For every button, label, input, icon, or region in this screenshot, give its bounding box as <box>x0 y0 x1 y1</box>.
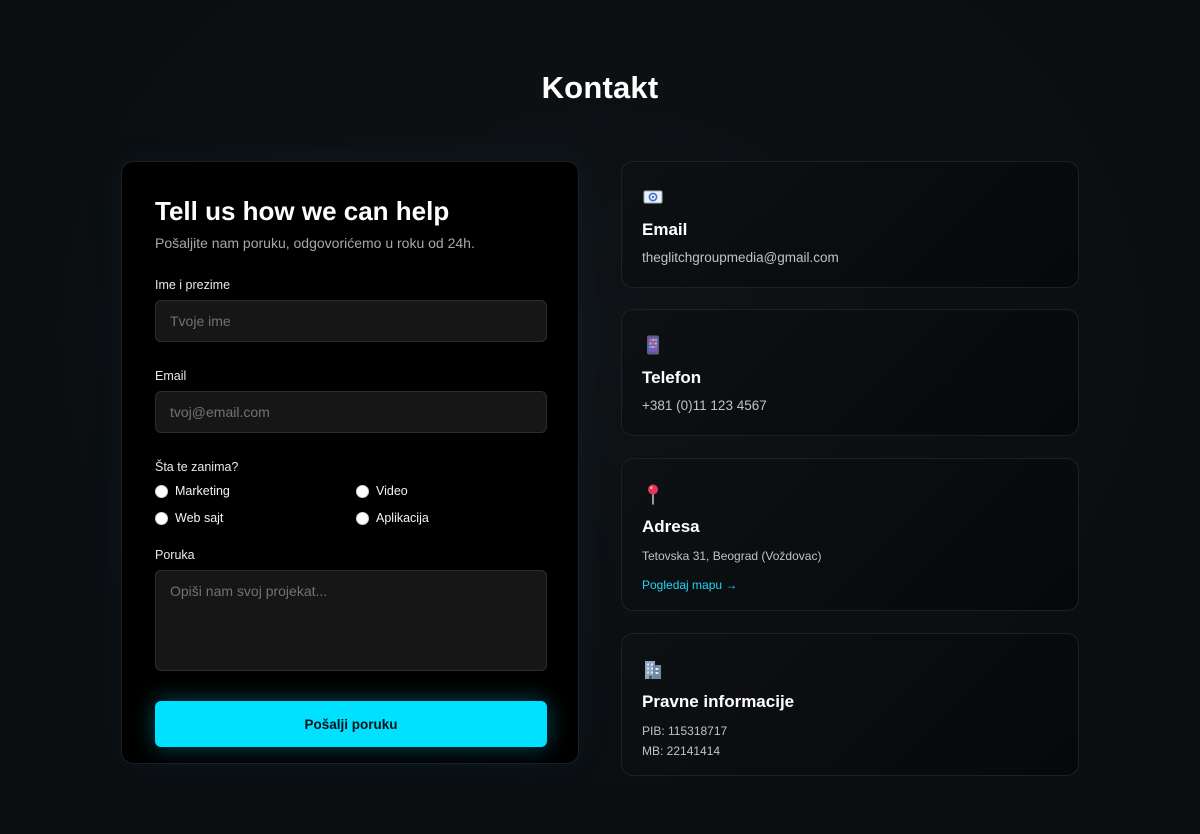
radio-label: Video <box>376 484 408 498</box>
interest-radio-group: Marketing Video Web sajt Aplikacija <box>155 483 545 526</box>
phone-title: Telefon <box>642 368 702 387</box>
mobile-phone-icon <box>647 335 659 355</box>
email-icon <box>643 190 663 204</box>
legal-title: Pravne informacije <box>642 692 795 711</box>
view-map-link[interactable]: Pogledaj mapu → <box>642 578 737 592</box>
email-value: theglitchgroupmedia@gmail.com <box>642 250 839 265</box>
name-label: Ime i prezime <box>155 278 231 292</box>
office-building-icon <box>645 661 661 679</box>
contact-page: Kontakt Tell us how we can help Pošaljit… <box>0 0 1200 834</box>
form-subtitle: Pošaljite nam poruku, odgovorićemo u rok… <box>155 235 475 251</box>
address-card: Adresa Tetovska 31, Beograd (Voždovac) P… <box>621 458 1079 611</box>
radio-video[interactable]: Video <box>356 483 547 499</box>
location-pin-icon <box>648 484 658 505</box>
radio-button[interactable] <box>155 484 168 498</box>
email-label: Email <box>155 369 187 383</box>
address-value: Tetovska 31, Beograd (Voždovac) <box>642 549 822 563</box>
radio-aplikacija[interactable]: Aplikacija <box>356 510 547 526</box>
email-title: Email <box>642 220 688 239</box>
radio-web-sajt[interactable]: Web sajt <box>155 510 356 526</box>
legal-info-card: Pravne informacije PIB: 115318717 MB: 22… <box>621 633 1079 776</box>
radio-label: Web sajt <box>175 511 224 525</box>
form-heading: Tell us how we can help <box>155 196 450 226</box>
submit-button[interactable]: Pošalji poruku <box>155 701 547 747</box>
radio-button[interactable] <box>356 511 369 525</box>
radio-button[interactable] <box>155 511 168 525</box>
radio-marketing[interactable]: Marketing <box>155 483 356 499</box>
page-title: Kontakt <box>541 70 659 105</box>
name-input[interactable] <box>155 300 547 342</box>
pib-value: PIB: 115318717 <box>642 724 728 738</box>
interest-label: Šta te zanima? <box>155 460 239 474</box>
message-textarea[interactable] <box>155 570 547 671</box>
phone-value: +381 (0)11 123 4567 <box>642 398 767 413</box>
email-card: Email theglitchgroupmedia@gmail.com <box>621 161 1079 288</box>
radio-label: Marketing <box>175 484 230 498</box>
email-input[interactable] <box>155 391 547 433</box>
phone-card: Telefon +381 (0)11 123 4567 <box>621 309 1079 436</box>
radio-button[interactable] <box>356 484 369 498</box>
address-title: Adresa <box>642 517 700 536</box>
contact-form: Tell us how we can help Pošaljite nam po… <box>121 161 579 764</box>
radio-label: Aplikacija <box>376 511 429 525</box>
mb-value: MB: 22141414 <box>642 744 721 758</box>
message-label: Poruka <box>155 548 195 562</box>
